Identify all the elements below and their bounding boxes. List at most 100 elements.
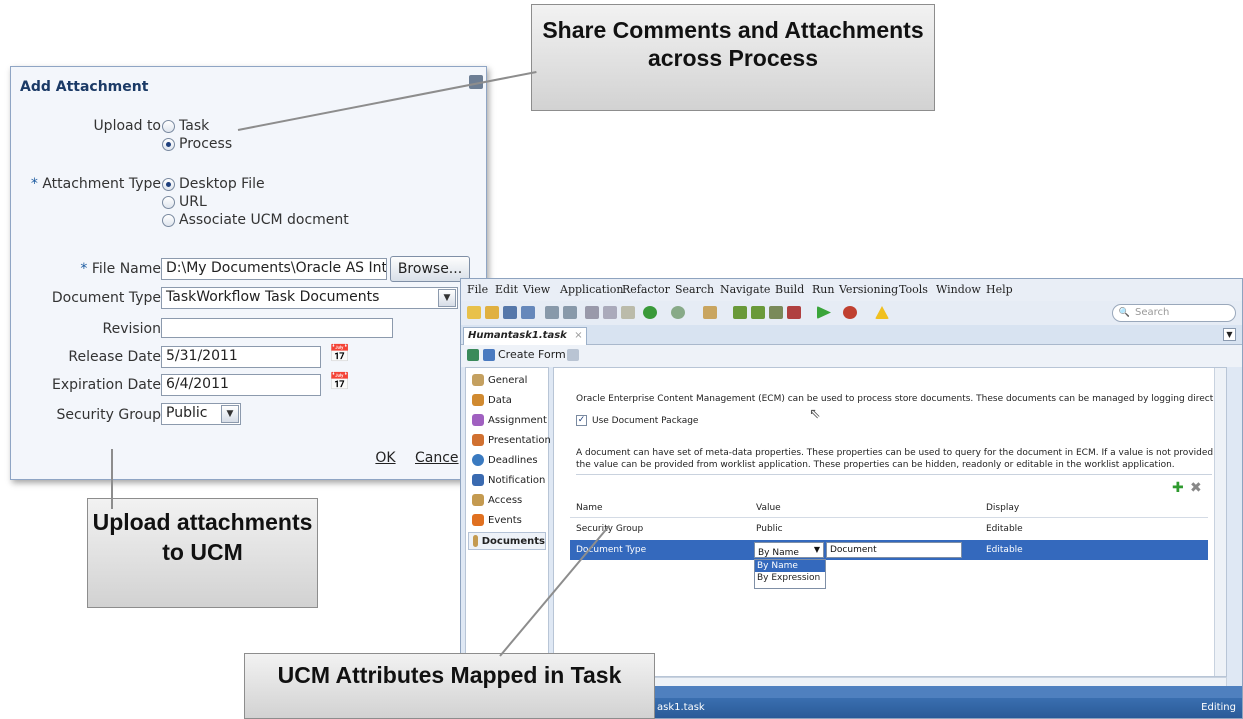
delete-icon[interactable]: ✖: [1190, 480, 1202, 496]
nav-item-notification[interactable]: Notification: [472, 474, 545, 486]
main-toolbar: Search 🔍: [461, 301, 1242, 325]
run-icon[interactable]: [817, 306, 831, 319]
new-icon[interactable]: [467, 306, 481, 319]
nav-item-assignment[interactable]: Assignment: [472, 414, 547, 426]
use-package-label: Use Document Package: [592, 416, 699, 426]
warning-icon[interactable]: [875, 306, 889, 319]
chevron-down-icon: ▼: [813, 545, 820, 554]
menu-edit[interactable]: Edit: [495, 283, 518, 296]
menu-refactor[interactable]: Refactor: [622, 283, 670, 296]
divider: [576, 474, 1212, 475]
file-name-label: * File Name: [80, 261, 161, 277]
chevron-down-icon[interactable]: ▼: [438, 289, 456, 307]
upload-to-process-radio[interactable]: Process: [162, 136, 232, 152]
search-icon: 🔍: [1118, 308, 1130, 318]
column-header-value: Value: [756, 503, 781, 513]
nav-item-documents[interactable]: Documents: [468, 532, 546, 550]
radio-selected-icon: [162, 137, 175, 151]
callout-pointer: [111, 449, 113, 509]
url-radio[interactable]: URL: [162, 194, 207, 210]
vertical-scrollbar[interactable]: [1214, 368, 1226, 676]
add-icon[interactable]: ✚: [1172, 480, 1184, 496]
undo-icon[interactable]: [545, 306, 559, 319]
ok-button[interactable]: OK: [363, 446, 408, 472]
file-name-input[interactable]: D:\My Documents\Oracle AS Integ: [161, 258, 387, 280]
save-all-icon[interactable]: [521, 306, 535, 319]
structure-icon[interactable]: [467, 349, 479, 361]
callout-upload-attachments: Upload attachments to UCM: [87, 498, 318, 608]
revision-input[interactable]: [161, 318, 393, 338]
calendar-icon[interactable]: 📅: [329, 344, 350, 364]
release-date-input[interactable]: 5/31/2011: [161, 346, 321, 368]
menu-help[interactable]: Help: [986, 283, 1013, 296]
back-icon[interactable]: [643, 306, 657, 319]
desktop-file-radio[interactable]: Desktop File: [162, 176, 265, 192]
callout-ucm-attributes: UCM Attributes Mapped in Task: [244, 653, 655, 719]
menu-versioning[interactable]: Versioning: [839, 283, 898, 296]
table-row-selected[interactable]: Document Type By Name ▼ Document Editabl…: [570, 540, 1208, 560]
editor-tab-bar: Humantask1.task × ▼: [461, 325, 1242, 345]
use-package-checkbox[interactable]: ✓: [576, 415, 587, 426]
menu-file[interactable]: File: [467, 283, 488, 296]
menu-run[interactable]: Run: [812, 283, 834, 296]
menu-search[interactable]: Search: [675, 283, 714, 296]
save-icon[interactable]: [503, 306, 517, 319]
documents-icon: [473, 535, 478, 547]
data-icon: [472, 394, 484, 406]
debug-icon[interactable]: [843, 306, 857, 319]
metadata-text-line2: the value can be provided from worklist …: [576, 460, 1175, 470]
menu-window[interactable]: Window: [936, 283, 981, 296]
chevron-down-icon[interactable]: ▼: [1223, 328, 1236, 341]
nav-item-general[interactable]: General: [472, 374, 527, 386]
nav-item-data[interactable]: Data: [472, 394, 512, 406]
documents-panel: Oracle Enterprise Content Management (EC…: [553, 367, 1227, 677]
open-icon[interactable]: [485, 306, 499, 319]
menu-application[interactable]: Application: [560, 283, 623, 296]
menu-navigate[interactable]: Navigate: [720, 283, 770, 296]
paste-icon[interactable]: [621, 306, 635, 319]
mouse-cursor-icon: ⇖: [809, 406, 821, 422]
column-header-name: Name: [576, 503, 603, 513]
build-icon[interactable]: [733, 306, 747, 319]
associate-ucm-radio[interactable]: Associate UCM docment: [162, 212, 349, 228]
forward-icon[interactable]: [671, 306, 685, 319]
nav-item-events[interactable]: Events: [472, 514, 522, 526]
document-type-select[interactable]: TaskWorkflow Task Documents: [161, 287, 458, 309]
notification-icon: [472, 474, 484, 486]
access-icon: [472, 494, 484, 506]
calendar-icon[interactable]: 📅: [329, 372, 350, 392]
radio-icon: [162, 213, 175, 227]
chevron-down-icon[interactable]: ▼: [221, 405, 239, 423]
preview-icon[interactable]: [567, 349, 579, 361]
menu-build[interactable]: Build: [775, 283, 804, 296]
users-icon[interactable]: [703, 306, 717, 319]
table-row[interactable]: Security Group Public Editable: [570, 519, 1208, 539]
option-by-expression[interactable]: By Expression: [755, 572, 825, 584]
nav-item-deadlines[interactable]: Deadlines: [472, 454, 538, 466]
redo-icon[interactable]: [563, 306, 577, 319]
presentation-icon: [472, 434, 484, 446]
copy-icon[interactable]: [603, 306, 617, 319]
table-header: Name Value Display: [570, 498, 1208, 518]
nav-item-presentation[interactable]: Presentation: [472, 434, 551, 446]
rebuild-icon[interactable]: [751, 306, 765, 319]
menu-bar: File Edit View Application Refactor Sear…: [461, 279, 1242, 301]
create-form-button[interactable]: Create Form▼: [483, 348, 575, 361]
nav-item-access[interactable]: Access: [472, 494, 522, 506]
radio-selected-icon: [162, 177, 175, 191]
menu-tools[interactable]: Tools: [899, 283, 928, 296]
cut-icon[interactable]: [585, 306, 599, 319]
upload-to-task-radio[interactable]: Task: [162, 118, 209, 134]
deploy-icon[interactable]: [769, 306, 783, 319]
close-icon[interactable]: ×: [574, 330, 582, 341]
browse-button[interactable]: Browse...: [390, 256, 470, 282]
profile-icon[interactable]: [787, 306, 801, 319]
value-input[interactable]: Document: [826, 542, 962, 558]
value-mode-select[interactable]: By Name ▼: [754, 542, 824, 558]
option-by-name[interactable]: By Name: [755, 560, 825, 572]
search-input[interactable]: Search: [1112, 304, 1236, 322]
tab-humantask[interactable]: Humantask1.task ×: [463, 327, 587, 345]
release-date-label: Release Date: [68, 349, 161, 365]
menu-view[interactable]: View: [523, 283, 550, 296]
expiration-date-input[interactable]: 6/4/2011: [161, 374, 321, 396]
